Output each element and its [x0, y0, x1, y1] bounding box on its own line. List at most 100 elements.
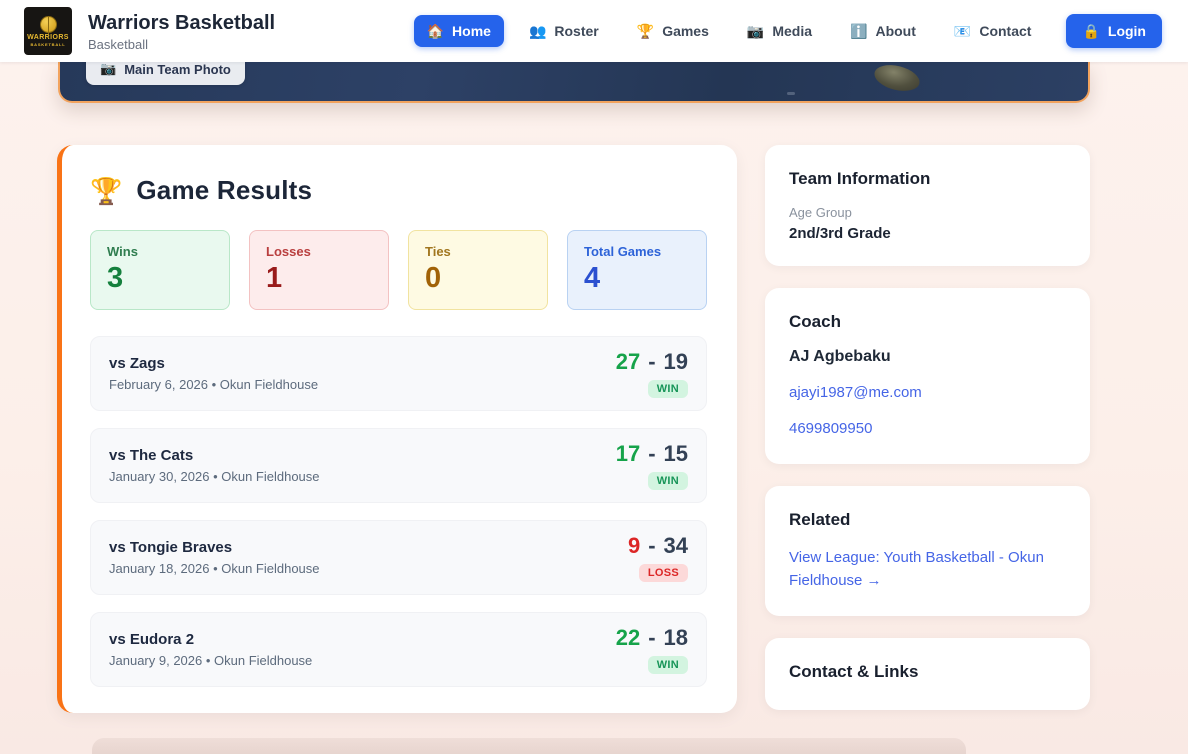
below-fold-shadow [92, 738, 966, 754]
team-photo-banner[interactable]: 📷 Main Team Photo [58, 62, 1090, 103]
nav-item-media[interactable]: 📷 Media [734, 15, 825, 47]
result-badge: LOSS [639, 564, 688, 582]
team-score: 9 [628, 533, 640, 559]
main-content: 🏆 Game Results Wins 3 Losses 1 Ties 0 To… [57, 145, 1090, 713]
trophy-icon: 🏆 [90, 177, 122, 205]
login-label: Login [1108, 23, 1146, 39]
score-separator: - [648, 533, 655, 559]
coach-email-link[interactable]: ajayi1987@me.com [789, 381, 1066, 404]
game-score: 17 - 15 WIN [616, 441, 688, 490]
game-info: vs Eudora 2 January 9, 2026 • Okun Field… [109, 631, 312, 668]
results-header: 🏆 Game Results [90, 175, 707, 206]
game-score: 9 - 34 LOSS [628, 533, 688, 582]
stat-label: Wins [107, 244, 213, 259]
info-icon: ℹ️ [850, 24, 867, 38]
team-information-card: Team Information Age Group 2nd/3rd Grade [765, 145, 1090, 266]
game-row-zags[interactable]: vs Zags February 6, 2026 • Okun Fieldhou… [90, 336, 707, 411]
age-group-value: 2nd/3rd Grade [789, 225, 1066, 242]
game-meta: February 6, 2026 • Okun Fieldhouse [109, 377, 318, 392]
camera-icon: 📷 [747, 24, 764, 38]
nav-item-home[interactable]: 🏠 Home [414, 15, 504, 47]
coach-phone-link[interactable]: 4699809950 [789, 417, 1066, 440]
result-badge: WIN [648, 380, 688, 398]
score-line: 9 - 34 [628, 533, 688, 559]
main-nav: 🏠 Home 👥 Roster 🏆 Games 📷 Media ℹ️ About… [414, 14, 1162, 48]
stat-losses: Losses 1 [249, 230, 389, 310]
game-meta: January 30, 2026 • Okun Fieldhouse [109, 469, 320, 484]
nav-item-contact[interactable]: 📧 Contact [941, 15, 1045, 47]
game-meta: January 18, 2026 • Okun Fieldhouse [109, 561, 320, 576]
game-score: 27 - 19 WIN [616, 349, 688, 398]
score-separator: - [648, 349, 655, 375]
coach-title: Coach [789, 312, 1066, 332]
brand: WARRIORS BASKETBALL Warriors Basketball … [24, 7, 275, 55]
opponent-score: 19 [664, 349, 688, 375]
badge-label: Main Team Photo [124, 62, 231, 77]
navbar: WARRIORS BASKETBALL Warriors Basketball … [0, 0, 1188, 62]
nav-label: Roster [554, 23, 598, 39]
related-card: Related View League: Youth Basketball - … [765, 486, 1090, 616]
stat-value: 3 [107, 262, 213, 294]
stat-total-games: Total Games 4 [567, 230, 707, 310]
site-title: Warriors Basketball [88, 11, 275, 35]
opponent-name: vs The Cats [109, 447, 320, 464]
results-title: Game Results [136, 175, 312, 206]
team-information-title: Team Information [789, 169, 1066, 189]
team-score: 27 [616, 349, 640, 375]
nav-label: Contact [979, 23, 1031, 39]
related-title: Related [789, 510, 1066, 530]
photo-detail [787, 92, 795, 95]
coach-card: Coach AJ Agbebaku ajayi1987@me.com 46998… [765, 288, 1090, 464]
stat-ties: Ties 0 [408, 230, 548, 310]
roster-icon: 👥 [529, 24, 546, 38]
logo-subtext: BASKETBALL [30, 42, 65, 47]
stat-value: 4 [584, 262, 690, 294]
contact-links-title: Contact & Links [789, 662, 1066, 682]
nav-label: About [875, 23, 915, 39]
stat-value: 1 [266, 262, 372, 294]
team-score: 22 [616, 625, 640, 651]
game-row-the-cats[interactable]: vs The Cats January 30, 2026 • Okun Fiel… [90, 428, 707, 503]
opponent-score: 18 [664, 625, 688, 651]
score-separator: - [648, 441, 655, 467]
game-meta: January 9, 2026 • Okun Fieldhouse [109, 653, 312, 668]
score-line: 22 - 18 [616, 625, 688, 651]
score-line: 27 - 19 [616, 349, 688, 375]
opponent-name: vs Eudora 2 [109, 631, 312, 648]
team-score: 17 [616, 441, 640, 467]
view-league-link[interactable]: View League: Youth Basketball - Okun Fie… [789, 546, 1066, 592]
opponent-name: vs Tongie Braves [109, 539, 320, 556]
game-row-eudora-2[interactable]: vs Eudora 2 January 9, 2026 • Okun Field… [90, 612, 707, 687]
nav-label: Media [772, 23, 812, 39]
score-separator: - [648, 625, 655, 651]
game-row-tongie-braves[interactable]: vs Tongie Braves January 18, 2026 • Okun… [90, 520, 707, 595]
stat-label: Total Games [584, 244, 690, 259]
coach-name: AJ Agbebaku [789, 348, 1066, 366]
sidebar: Team Information Age Group 2nd/3rd Grade… [765, 145, 1090, 710]
nav-item-roster[interactable]: 👥 Roster [516, 15, 612, 47]
contact-links-card: Contact & Links [765, 638, 1090, 710]
game-info: vs Tongie Braves January 18, 2026 • Okun… [109, 539, 320, 576]
nav-item-about[interactable]: ℹ️ About [837, 15, 929, 47]
page: WARRIORS BASKETBALL Warriors Basketball … [0, 0, 1188, 754]
lock-icon: 🔒 [1082, 24, 1099, 38]
stat-value: 0 [425, 262, 531, 294]
result-badge: WIN [648, 472, 688, 490]
age-group-label: Age Group [789, 205, 1066, 220]
contact-icon: 📧 [954, 24, 971, 38]
login-button[interactable]: 🔒 Login [1066, 14, 1162, 48]
team-logo: WARRIORS BASKETBALL [24, 7, 72, 55]
opponent-score: 15 [664, 441, 688, 467]
home-icon: 🏠 [427, 24, 444, 38]
site-subtitle: Basketball [88, 37, 275, 52]
result-badge: WIN [648, 656, 688, 674]
nav-item-games[interactable]: 🏆 Games [624, 15, 722, 47]
stat-label: Ties [425, 244, 531, 259]
brand-text: Warriors Basketball Basketball [88, 11, 275, 52]
opponent-score: 34 [664, 533, 688, 559]
game-results-card: 🏆 Game Results Wins 3 Losses 1 Ties 0 To… [57, 145, 737, 713]
stat-wins: Wins 3 [90, 230, 230, 310]
nav-label: Games [662, 23, 709, 39]
opponent-name: vs Zags [109, 355, 318, 372]
stat-label: Losses [266, 244, 372, 259]
